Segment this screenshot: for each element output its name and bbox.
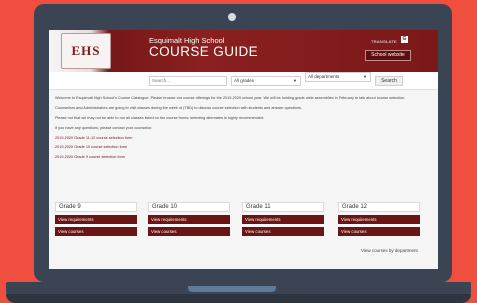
school-logo[interactable]: EHS	[61, 33, 111, 69]
page-title: COURSE GUIDE	[149, 44, 259, 59]
search-bar: Search... All grades ▼ All departments ▼…	[49, 72, 438, 90]
grades-select-value: All grades	[234, 78, 255, 83]
laptop-notch	[188, 286, 276, 292]
search-input[interactable]: Search...	[149, 76, 227, 86]
school-website-button[interactable]: School website	[365, 50, 411, 61]
google-translate-icon[interactable]: G	[401, 36, 408, 43]
grade-title: Grade 9	[55, 202, 137, 212]
grade-card-9: Grade 9 View requirements View courses	[55, 202, 137, 236]
grade-card-10: Grade 10 View requirements View courses	[148, 202, 230, 236]
chevron-down-icon: ▼	[363, 74, 367, 79]
grade-title: Grade 12	[338, 202, 420, 212]
grade-card-11: Grade 11 View requirements View courses	[242, 202, 324, 236]
departments-select[interactable]: All departments ▼	[305, 72, 371, 82]
grade-title: Grade 11	[242, 202, 324, 212]
view-courses-button[interactable]: View courses	[55, 227, 137, 236]
view-courses-button[interactable]: View courses	[148, 227, 230, 236]
intro-paragraph: Welcome to Esquimalt High School's Cours…	[55, 96, 406, 100]
view-requirements-button[interactable]: View requirements	[242, 215, 324, 224]
view-courses-button[interactable]: View courses	[242, 227, 324, 236]
intro-paragraph: Counsellors and Administrators are going…	[55, 105, 302, 110]
logo-text: EHS	[71, 43, 101, 58]
grade-card-12: Grade 12 View requirements View courses	[338, 202, 420, 236]
intro-paragraph: Please not that we may not be able to ru…	[55, 115, 265, 120]
camera-icon	[228, 13, 236, 21]
search-button[interactable]: Search	[375, 76, 403, 86]
view-courses-by-department-link[interactable]: View courses by department	[361, 248, 418, 253]
intro-paragraph: If you have any questions, please contac…	[55, 125, 153, 130]
departments-select-value: All departments	[308, 74, 340, 79]
course-form-link-9[interactable]: 2019-2020 Grade 9 course selection form	[55, 155, 435, 160]
grades-select[interactable]: All grades ▼	[231, 76, 301, 86]
grade-title: Grade 10	[148, 202, 230, 212]
translate-link[interactable]: TRANSLATE	[371, 39, 397, 44]
browser-screen: EHS Esquimalt High School COURSE GUIDE T…	[49, 30, 438, 269]
course-form-link-10[interactable]: 2019-2020 Grade 10 course selection form	[55, 145, 435, 150]
view-requirements-button[interactable]: View requirements	[148, 215, 230, 224]
view-courses-button[interactable]: View courses	[338, 227, 420, 236]
view-requirements-button[interactable]: View requirements	[338, 215, 420, 224]
course-form-link-11-12[interactable]: 2019-2020 Grade 11-12 course selection f…	[55, 136, 435, 141]
intro-section: Welcome to Esquimalt High School's Cours…	[55, 96, 435, 165]
laptop-base-bottom	[6, 294, 471, 303]
header-banner: EHS Esquimalt High School COURSE GUIDE T…	[49, 30, 438, 72]
view-requirements-button[interactable]: View requirements	[55, 215, 137, 224]
chevron-down-icon: ▼	[293, 78, 297, 83]
